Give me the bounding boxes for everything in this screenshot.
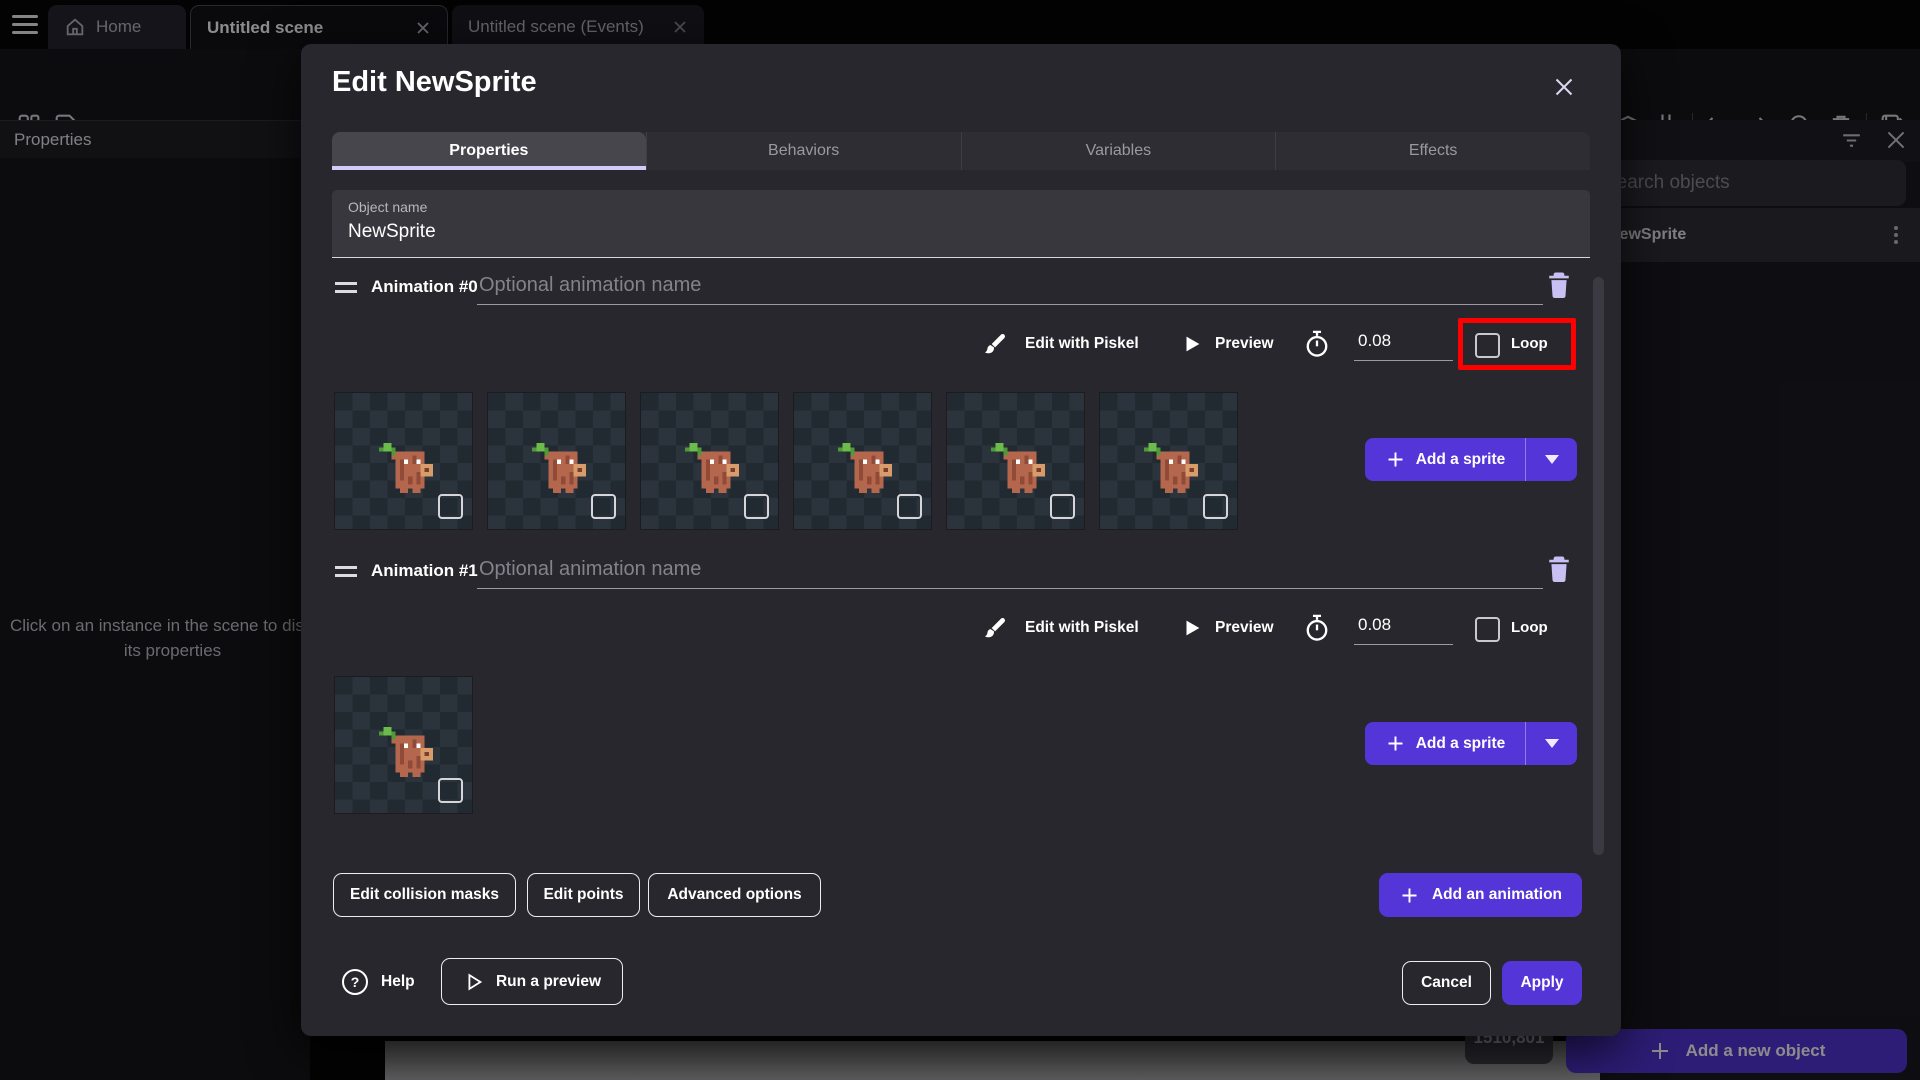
object-name-field-label: Object name — [348, 199, 428, 215]
preview-button[interactable]: Preview — [1215, 602, 1274, 654]
loop-label: Loop — [1511, 619, 1548, 636]
time-between-frames-value: 0.08 — [1358, 331, 1392, 350]
animation-label: Animation #1 — [371, 561, 478, 580]
frame-select-checkbox[interactable] — [744, 494, 769, 519]
animation-block-1: Animation #1 Optional animation name Edi… — [301, 556, 1621, 814]
close-dialog-icon[interactable] — [1549, 72, 1583, 106]
frame-select-checkbox[interactable] — [1050, 494, 1075, 519]
edit-points-button[interactable]: Edit points — [527, 873, 640, 917]
stopwatch-icon — [1303, 318, 1331, 370]
plus-icon — [1385, 733, 1406, 754]
animation-name-placeholder: Optional animation name — [479, 558, 702, 580]
add-sprite-dropdown[interactable] — [1526, 438, 1577, 481]
sprite-frame-thumbnail[interactable] — [487, 392, 626, 530]
pig-sprite-image — [379, 727, 433, 777]
add-sprite-button[interactable]: Add a sprite — [1365, 722, 1577, 765]
frames-row — [334, 676, 473, 814]
tab-effects[interactable]: Effects — [1275, 132, 1590, 170]
brush-icon — [981, 318, 1008, 370]
delete-animation-icon[interactable] — [1546, 270, 1574, 302]
edit-object-dialog: Edit NewSprite Properties Behaviors Vari… — [301, 44, 1621, 1036]
animation-block-0: Animation #0 Optional animation name Edi… — [301, 272, 1621, 530]
sprite-frame-thumbnail[interactable] — [946, 392, 1085, 530]
animation-header: Animation #1 Optional animation name — [301, 556, 1590, 592]
chevron-down-icon — [1544, 455, 1559, 464]
help-icon: ? — [342, 968, 368, 995]
animation-name-input[interactable]: Optional animation name — [477, 272, 1543, 305]
delete-animation-icon[interactable] — [1546, 554, 1574, 586]
loop-checkbox[interactable] — [1475, 617, 1500, 642]
advanced-options-button[interactable]: Advanced options — [648, 873, 821, 917]
time-between-frames-input[interactable]: 0.08 — [1354, 607, 1453, 645]
run-a-preview-button[interactable]: Run a preview — [441, 958, 623, 1005]
animation-header: Animation #0 Optional animation name — [301, 272, 1590, 308]
cancel-button[interactable]: Cancel — [1402, 961, 1491, 1005]
dialog-title: Edit NewSprite — [332, 66, 537, 98]
drag-handle-icon[interactable] — [335, 282, 357, 298]
tab-variables[interactable]: Variables — [960, 132, 1276, 170]
pig-sprite-image — [838, 443, 892, 493]
loop-label: Loop — [1511, 335, 1548, 352]
animation-controls: Edit with Piskel Preview 0.08 Loop — [301, 318, 1590, 370]
chevron-down-icon — [1544, 739, 1559, 748]
stopwatch-icon — [1303, 602, 1331, 654]
sprite-frame-thumbnail[interactable] — [334, 392, 473, 530]
plus-icon — [1385, 449, 1406, 470]
brush-icon — [981, 602, 1008, 654]
play-icon — [1181, 318, 1203, 370]
frame-select-checkbox[interactable] — [438, 778, 463, 803]
pig-sprite-image — [379, 443, 433, 493]
frame-select-checkbox[interactable] — [591, 494, 616, 519]
preview-button[interactable]: Preview — [1215, 318, 1274, 370]
add-sprite-label: Add a sprite — [1415, 734, 1506, 752]
animation-name-input[interactable]: Optional animation name — [477, 556, 1543, 589]
add-animation-button[interactable]: Add an animation — [1379, 873, 1582, 917]
pig-sprite-image — [991, 443, 1045, 493]
sprite-frame-thumbnail[interactable] — [1099, 392, 1238, 530]
sprite-frame-thumbnail[interactable] — [640, 392, 779, 530]
edit-with-piskel-button[interactable]: Edit with Piskel — [1025, 602, 1139, 654]
loop-highlight-box: Loop — [1458, 318, 1576, 370]
add-sprite-dropdown[interactable] — [1526, 722, 1577, 765]
pig-sprite-image — [1144, 443, 1198, 493]
animation-name-placeholder: Optional animation name — [479, 274, 702, 296]
dialog-tab-bar: Properties Behaviors Variables Effects — [332, 132, 1590, 170]
edit-collision-masks-button[interactable]: Edit collision masks — [333, 873, 516, 917]
add-sprite-button[interactable]: Add a sprite — [1365, 438, 1577, 481]
animation-controls: Edit with Piskel Preview 0.08 Loop — [301, 602, 1590, 654]
tab-behaviors[interactable]: Behaviors — [645, 132, 961, 170]
play-icon — [1181, 602, 1203, 654]
apply-button[interactable]: Apply — [1502, 961, 1582, 1005]
time-between-frames-input[interactable]: 0.08 — [1354, 323, 1453, 361]
frame-select-checkbox[interactable] — [897, 494, 922, 519]
pig-sprite-image — [532, 443, 586, 493]
play-outline-icon — [463, 971, 485, 993]
sprite-frame-thumbnail[interactable] — [793, 392, 932, 530]
frame-select-checkbox[interactable] — [1203, 494, 1228, 519]
time-between-frames-value: 0.08 — [1358, 615, 1392, 634]
frame-select-checkbox[interactable] — [438, 494, 463, 519]
help-label: Help — [381, 972, 415, 990]
object-name-field[interactable]: Object name NewSprite — [332, 190, 1590, 258]
plus-icon — [1399, 885, 1420, 906]
edit-with-piskel-button[interactable]: Edit with Piskel — [1025, 318, 1139, 370]
sprite-frame-thumbnail[interactable] — [334, 676, 473, 814]
loop-checkbox[interactable] — [1475, 333, 1500, 358]
help-button[interactable]: ? Help — [342, 958, 415, 1005]
loop-control: Loop — [1458, 602, 1576, 654]
animation-label: Animation #0 — [371, 277, 478, 296]
frames-row — [334, 392, 1238, 530]
drag-handle-icon[interactable] — [335, 566, 357, 582]
dialog-scrollbar[interactable] — [1593, 277, 1604, 855]
add-sprite-label: Add a sprite — [1415, 450, 1506, 468]
pig-sprite-image — [685, 443, 739, 493]
object-name-field-value: NewSprite — [348, 221, 436, 242]
tab-properties[interactable]: Properties — [332, 132, 646, 170]
